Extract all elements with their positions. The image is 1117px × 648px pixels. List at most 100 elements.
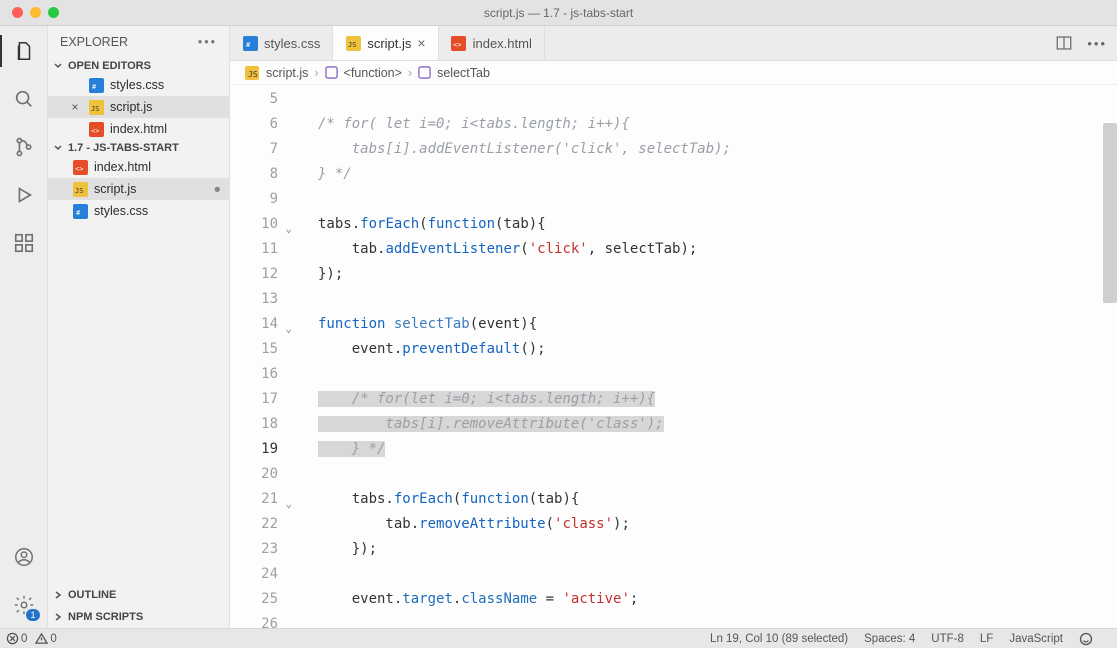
tab-label: script.js <box>367 36 411 51</box>
breadcrumb-separator-icon: › <box>314 66 318 80</box>
line-number[interactable]: 20 <box>230 462 278 487</box>
svg-text:JS: JS <box>91 105 99 113</box>
open-editor-item[interactable]: × JS script.js <box>48 96 229 118</box>
status-warnings[interactable]: 0 <box>35 632 56 645</box>
svg-text:JS: JS <box>348 41 356 49</box>
status-encoding[interactable]: UTF-8 <box>931 633 964 645</box>
search-icon[interactable] <box>11 86 37 112</box>
line-number[interactable]: 12 <box>230 262 278 287</box>
status-bar: 0 0 Ln 19, Col 10 (89 selected) Spaces: … <box>0 628 1117 648</box>
line-number[interactable]: 24 <box>230 562 278 587</box>
tab-label: index.html <box>473 36 532 51</box>
js-file-icon: JS <box>345 35 361 51</box>
status-language[interactable]: JavaScript <box>1009 633 1063 645</box>
status-spaces[interactable]: Spaces: 4 <box>864 633 915 645</box>
line-number[interactable]: 16 <box>230 362 278 387</box>
line-number[interactable]: 19 <box>230 437 278 462</box>
line-number[interactable]: 26 <box>230 612 278 628</box>
status-feedback-icon[interactable] <box>1079 632 1093 646</box>
open-editors-header[interactable]: OPEN EDITORS <box>48 58 229 74</box>
folder-header[interactable]: 1.7 - JS-TABS-START <box>48 140 229 156</box>
breadcrumb-scope[interactable]: <function> <box>344 66 402 80</box>
line-number[interactable]: 7 <box>230 137 278 162</box>
line-number[interactable]: 17 <box>230 387 278 412</box>
svg-text:<>: <> <box>453 41 461 49</box>
method-icon <box>418 66 431 79</box>
file-label: index.html <box>94 160 229 174</box>
breadcrumbs[interactable]: JS script.js › <function> › selectTab <box>230 61 1117 85</box>
js-file-icon: JS <box>88 99 104 115</box>
svg-text:JS: JS <box>75 187 83 195</box>
html-file-icon: <> <box>88 121 104 137</box>
line-number[interactable]: 25 <box>230 587 278 612</box>
line-number[interactable]: 14⌄ <box>230 312 278 337</box>
line-number[interactable]: 10⌄ <box>230 212 278 237</box>
close-icon[interactable]: × <box>417 35 425 51</box>
npm-scripts-section[interactable]: NPM SCRIPTS <box>48 606 229 628</box>
line-number[interactable]: 15 <box>230 337 278 362</box>
line-number[interactable]: 9 <box>230 187 278 212</box>
dirty-dot-icon: ● <box>213 182 229 196</box>
extensions-icon[interactable] <box>11 230 37 256</box>
activity-bar: 1 <box>0 26 48 628</box>
folder-file-item[interactable]: # styles.css <box>48 200 229 222</box>
explorer-more-icon[interactable]: ••• <box>198 35 217 49</box>
js-file-icon: JS <box>72 181 88 197</box>
line-number[interactable]: 18 <box>230 412 278 437</box>
line-number[interactable]: 22 <box>230 512 278 537</box>
file-label: styles.css <box>94 204 229 218</box>
tab-label: styles.css <box>264 36 320 51</box>
breadcrumb-symbol[interactable]: selectTab <box>437 66 490 80</box>
source-control-icon[interactable] <box>11 134 37 160</box>
split-editor-icon[interactable] <box>1055 34 1073 52</box>
html-file-icon: <> <box>72 159 88 175</box>
status-errors[interactable]: 0 <box>6 632 27 645</box>
settings-badge: 1 <box>26 609 39 621</box>
explorer-sidebar: EXPLORER ••• OPEN EDITORS # styles.css × JS… <box>48 26 230 628</box>
editor-more-icon[interactable]: ••• <box>1087 36 1107 51</box>
code-editor[interactable]: 5678910⌄11121314⌄15161718192021⌄22232425… <box>230 85 1117 628</box>
window-titlebar: script.js — 1.7 - js-tabs-start <box>0 0 1117 26</box>
explorer-title: EXPLORER <box>60 35 128 49</box>
explorer-icon[interactable] <box>11 38 37 64</box>
svg-text:<>: <> <box>75 165 83 173</box>
svg-text:JS: JS <box>248 70 258 79</box>
account-icon[interactable] <box>11 544 37 570</box>
status-eol[interactable]: LF <box>980 633 993 645</box>
outline-section[interactable]: OUTLINE <box>48 584 229 606</box>
file-label: script.js <box>110 100 229 114</box>
editor-tab[interactable]: JS script.js × <box>333 26 438 60</box>
svg-text:<>: <> <box>91 127 99 135</box>
line-number[interactable]: 23 <box>230 537 278 562</box>
line-number[interactable]: 8 <box>230 162 278 187</box>
breadcrumb-file[interactable]: script.js <box>266 66 308 80</box>
line-number[interactable]: 5 <box>230 87 278 112</box>
breadcrumb-separator-icon: › <box>408 66 412 80</box>
window-title: script.js — 1.7 - js-tabs-start <box>0 6 1117 20</box>
file-label: styles.css <box>110 78 229 92</box>
editor-tabs: # styles.css JS script.js × <> index.html ••• <box>230 26 1117 61</box>
html-file-icon: <> <box>451 35 467 51</box>
settings-gear-icon[interactable]: 1 <box>11 592 37 618</box>
css-file-icon: # <box>88 77 104 93</box>
status-cursor[interactable]: Ln 19, Col 10 (89 selected) <box>710 633 848 645</box>
editor-tab[interactable]: <> index.html <box>439 26 545 60</box>
line-number[interactable]: 13 <box>230 287 278 312</box>
editor-tab[interactable]: # styles.css <box>230 26 333 60</box>
line-number[interactable]: 21⌄ <box>230 487 278 512</box>
scrollbar[interactable] <box>1103 123 1117 303</box>
line-number[interactable]: 11 <box>230 237 278 262</box>
line-number[interactable]: 6 <box>230 112 278 137</box>
function-scope-icon <box>325 66 338 79</box>
close-icon[interactable]: × <box>68 100 82 114</box>
css-file-icon: # <box>72 203 88 219</box>
js-file-icon: JS <box>244 65 260 81</box>
folder-file-item[interactable]: JS script.js ● <box>48 178 229 200</box>
open-editor-item[interactable]: <> index.html <box>48 118 229 140</box>
run-debug-icon[interactable] <box>11 182 37 208</box>
folder-file-item[interactable]: <> index.html <box>48 156 229 178</box>
css-file-icon: # <box>242 35 258 51</box>
open-editor-item[interactable]: # styles.css <box>48 74 229 96</box>
file-label: index.html <box>110 122 229 136</box>
file-label: script.js <box>94 182 207 196</box>
